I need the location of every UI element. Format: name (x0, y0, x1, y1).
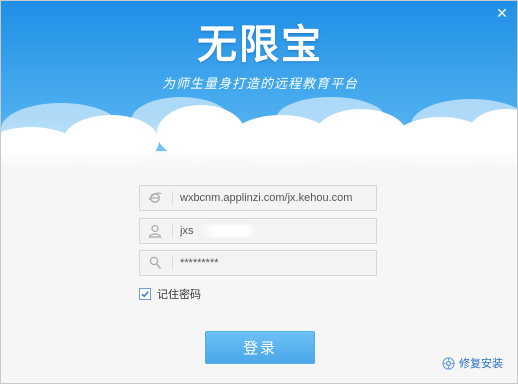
close-icon: ✕ (496, 6, 508, 22)
login-window: ✕ 无限宝 为师生量身打造的远程教育平台 wxbcnm.applinzi.com… (0, 0, 518, 384)
logo-title: 无限宝 (197, 22, 323, 68)
repair-icon (442, 356, 455, 370)
redacted-username-blur (199, 225, 257, 237)
separator (172, 191, 173, 205)
server-field (139, 185, 377, 211)
close-button[interactable]: ✕ (495, 7, 509, 21)
repair-install-link[interactable]: 修复安装 (442, 355, 503, 371)
separator (172, 256, 173, 270)
remember-password[interactable]: 记住密码 (139, 287, 201, 301)
server-input[interactable] (180, 188, 372, 208)
remember-checkbox[interactable] (139, 288, 151, 300)
user-icon (140, 219, 170, 243)
password-input[interactable] (180, 253, 372, 273)
remember-label: 记住密码 (157, 288, 201, 301)
username-field (139, 218, 377, 244)
separator (172, 224, 173, 238)
login-button-label: 登录 (242, 339, 277, 357)
slogan: 为师生量身打造的远程教育平台 (161, 77, 358, 92)
key-icon (140, 251, 170, 275)
login-button[interactable]: 登录 (205, 331, 315, 364)
checkmark-icon (141, 291, 149, 298)
password-field (139, 250, 377, 276)
repair-install-label: 修复安装 (459, 357, 503, 370)
ie-icon (140, 186, 170, 210)
logo: 无限宝 (1, 21, 517, 69)
